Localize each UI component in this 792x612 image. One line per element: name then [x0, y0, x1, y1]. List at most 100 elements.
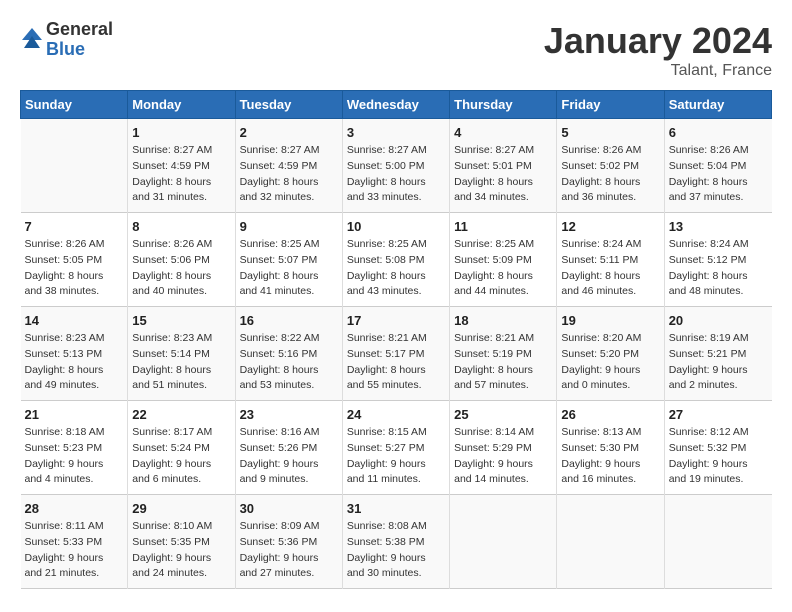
- day-cell: 25Sunrise: 8:14 AMSunset: 5:29 PMDayligh…: [450, 401, 557, 495]
- day-number: 7: [25, 219, 124, 234]
- day-info: Sunrise: 8:24 AMSunset: 5:12 PMDaylight:…: [669, 237, 768, 300]
- day-cell: 31 Sunrise: 8:08 AMSunset: 5:38 PMDayligh…: [342, 495, 449, 589]
- day-cell: 27Sunrise: 8:12 AMSunset: 5:32 PMDayligh…: [664, 401, 771, 495]
- day-info: Sunrise: 8:27 AMSunset: 5:00 PMDaylight:…: [347, 143, 445, 206]
- day-cell: 3 Sunrise: 8:27 AMSunset: 5:00 PMDaylight…: [342, 119, 449, 213]
- page-header: General Blue January 2024 Talant, France: [20, 20, 772, 80]
- header-tuesday: Tuesday: [235, 91, 342, 119]
- day-info: Sunrise: 8:25 AMSunset: 5:09 PMDaylight:…: [454, 237, 552, 300]
- day-number: 31: [347, 501, 445, 516]
- day-number: 1: [132, 125, 230, 140]
- day-cell: 26 Sunrise: 8:13 AMSunset: 5:30 PMDayligh…: [557, 401, 664, 495]
- day-cell: 21 Sunrise: 8:18 AMSunset: 5:23 PMDayligh…: [21, 401, 128, 495]
- day-cell: 1 Sunrise: 8:27 AMSunset: 4:59 PMDaylight…: [128, 119, 235, 213]
- location: Talant, France: [544, 62, 772, 80]
- day-number: 14: [25, 313, 124, 328]
- day-cell: [664, 495, 771, 589]
- day-cell: 2Sunrise: 8:27 AMSunset: 4:59 PMDaylight…: [235, 119, 342, 213]
- day-info: Sunrise: 8:10 AMSunset: 5:35 PMDaylight:…: [132, 519, 230, 582]
- day-info: Sunrise: 8:21 AMSunset: 5:19 PMDaylight:…: [454, 331, 552, 394]
- day-info: Sunrise: 8:08 AMSunset: 5:38 PMDaylight:…: [347, 519, 445, 582]
- day-cell: 14 Sunrise: 8:23 AMSunset: 5:13 PMDayligh…: [21, 307, 128, 401]
- logo-blue: Blue: [46, 40, 113, 60]
- day-number: 5: [561, 125, 659, 140]
- day-info: Sunrise: 8:27 AMSunset: 5:01 PMDaylight:…: [454, 143, 552, 206]
- logo-text: General Blue: [46, 20, 113, 60]
- day-cell: 19Sunrise: 8:20 AMSunset: 5:20 PMDayligh…: [557, 307, 664, 401]
- day-cell: 29 Sunrise: 8:10 AMSunset: 5:35 PMDayligh…: [128, 495, 235, 589]
- day-cell: 20 Sunrise: 8:19 AMSunset: 5:21 PMDayligh…: [664, 307, 771, 401]
- day-info: Sunrise: 8:21 AMSunset: 5:17 PMDaylight:…: [347, 331, 445, 394]
- day-info: Sunrise: 8:26 AMSunset: 5:05 PMDaylight:…: [25, 237, 124, 300]
- day-info: Sunrise: 8:16 AMSunset: 5:26 PMDaylight:…: [240, 425, 338, 488]
- day-cell: 24Sunrise: 8:15 AMSunset: 5:27 PMDayligh…: [342, 401, 449, 495]
- week-row-5: 28 Sunrise: 8:11 AMSunset: 5:33 PMDayligh…: [21, 495, 772, 589]
- day-info: Sunrise: 8:11 AMSunset: 5:33 PMDaylight:…: [25, 519, 124, 582]
- week-row-1: 1 Sunrise: 8:27 AMSunset: 4:59 PMDaylight…: [21, 119, 772, 213]
- day-info: Sunrise: 8:27 AMSunset: 4:59 PMDaylight:…: [132, 143, 230, 206]
- logo-icon: [20, 26, 44, 54]
- day-number: 19: [561, 313, 659, 328]
- day-info: Sunrise: 8:19 AMSunset: 5:21 PMDaylight:…: [669, 331, 768, 394]
- day-cell: 11 Sunrise: 8:25 AMSunset: 5:09 PMDayligh…: [450, 213, 557, 307]
- day-cell: 4 Sunrise: 8:27 AMSunset: 5:01 PMDaylight…: [450, 119, 557, 213]
- day-number: 4: [454, 125, 552, 140]
- header-sunday: Sunday: [21, 91, 128, 119]
- month-title: January 2024: [544, 20, 772, 62]
- day-info: Sunrise: 8:23 AMSunset: 5:14 PMDaylight:…: [132, 331, 230, 394]
- day-cell: 10Sunrise: 8:25 AMSunset: 5:08 PMDayligh…: [342, 213, 449, 307]
- day-number: 13: [669, 219, 768, 234]
- day-cell: 28 Sunrise: 8:11 AMSunset: 5:33 PMDayligh…: [21, 495, 128, 589]
- day-info: Sunrise: 8:25 AMSunset: 5:07 PMDaylight:…: [240, 237, 338, 300]
- day-cell: 23 Sunrise: 8:16 AMSunset: 5:26 PMDayligh…: [235, 401, 342, 495]
- day-cell: 6Sunrise: 8:26 AMSunset: 5:04 PMDaylight…: [664, 119, 771, 213]
- day-number: 9: [240, 219, 338, 234]
- header-wednesday: Wednesday: [342, 91, 449, 119]
- day-info: Sunrise: 8:23 AMSunset: 5:13 PMDaylight:…: [25, 331, 124, 394]
- day-number: 20: [669, 313, 768, 328]
- day-number: 22: [132, 407, 230, 422]
- day-number: 15: [132, 313, 230, 328]
- day-number: 2: [240, 125, 338, 140]
- day-info: Sunrise: 8:09 AMSunset: 5:36 PMDaylight:…: [240, 519, 338, 582]
- day-info: Sunrise: 8:17 AMSunset: 5:24 PMDaylight:…: [132, 425, 230, 488]
- day-number: 16: [240, 313, 338, 328]
- header-thursday: Thursday: [450, 91, 557, 119]
- day-cell: 5 Sunrise: 8:26 AMSunset: 5:02 PMDaylight…: [557, 119, 664, 213]
- logo: General Blue: [20, 20, 113, 60]
- day-number: 8: [132, 219, 230, 234]
- day-number: 23: [240, 407, 338, 422]
- week-row-3: 14 Sunrise: 8:23 AMSunset: 5:13 PMDayligh…: [21, 307, 772, 401]
- calendar-table: SundayMondayTuesdayWednesdayThursdayFrid…: [20, 90, 772, 589]
- day-info: Sunrise: 8:24 AMSunset: 5:11 PMDaylight:…: [561, 237, 659, 300]
- week-row-4: 21 Sunrise: 8:18 AMSunset: 5:23 PMDayligh…: [21, 401, 772, 495]
- day-number: 21: [25, 407, 124, 422]
- day-number: 18: [454, 313, 552, 328]
- day-number: 28: [25, 501, 124, 516]
- day-number: 3: [347, 125, 445, 140]
- day-number: 12: [561, 219, 659, 234]
- day-cell: 15 Sunrise: 8:23 AMSunset: 5:14 PMDayligh…: [128, 307, 235, 401]
- day-cell: 18 Sunrise: 8:21 AMSunset: 5:19 PMDayligh…: [450, 307, 557, 401]
- day-number: 29: [132, 501, 230, 516]
- day-number: 11: [454, 219, 552, 234]
- day-cell: [21, 119, 128, 213]
- day-info: Sunrise: 8:26 AMSunset: 5:04 PMDaylight:…: [669, 143, 768, 206]
- header-row: SundayMondayTuesdayWednesdayThursdayFrid…: [21, 91, 772, 119]
- day-number: 30: [240, 501, 338, 516]
- day-info: Sunrise: 8:26 AMSunset: 5:06 PMDaylight:…: [132, 237, 230, 300]
- week-row-2: 7 Sunrise: 8:26 AMSunset: 5:05 PMDaylight…: [21, 213, 772, 307]
- day-info: Sunrise: 8:26 AMSunset: 5:02 PMDaylight:…: [561, 143, 659, 206]
- day-cell: [557, 495, 664, 589]
- day-cell: 9 Sunrise: 8:25 AMSunset: 5:07 PMDaylight…: [235, 213, 342, 307]
- day-info: Sunrise: 8:25 AMSunset: 5:08 PMDaylight:…: [347, 237, 445, 300]
- day-info: Sunrise: 8:18 AMSunset: 5:23 PMDaylight:…: [25, 425, 124, 488]
- day-number: 26: [561, 407, 659, 422]
- day-cell: 13 Sunrise: 8:24 AMSunset: 5:12 PMDayligh…: [664, 213, 771, 307]
- day-info: Sunrise: 8:15 AMSunset: 5:27 PMDaylight:…: [347, 425, 445, 488]
- day-cell: 22 Sunrise: 8:17 AMSunset: 5:24 PMDayligh…: [128, 401, 235, 495]
- day-info: Sunrise: 8:22 AMSunset: 5:16 PMDaylight:…: [240, 331, 338, 394]
- header-saturday: Saturday: [664, 91, 771, 119]
- day-cell: [450, 495, 557, 589]
- day-info: Sunrise: 8:13 AMSunset: 5:30 PMDaylight:…: [561, 425, 659, 488]
